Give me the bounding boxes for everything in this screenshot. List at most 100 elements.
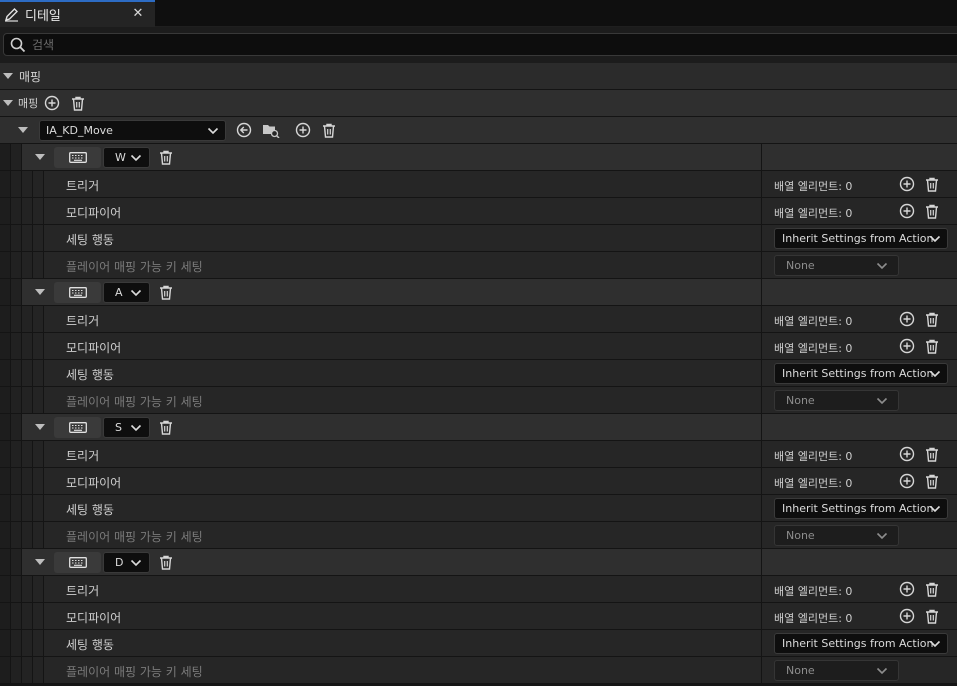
modifiers-label: 모디파이어: [66, 476, 122, 490]
add-modifier-button[interactable]: [898, 202, 916, 220]
delete-key-mapping-button[interactable]: [157, 283, 175, 301]
key-select[interactable]: D: [103, 552, 150, 573]
chevron-down-icon: [130, 154, 142, 162]
action-row: IA_KD_Move: [0, 117, 957, 144]
key-capture-button[interactable]: [54, 282, 101, 303]
add-trigger-button[interactable]: [898, 580, 916, 598]
delete-all-mappings-button[interactable]: [69, 94, 87, 112]
delete-icon: [926, 609, 938, 624]
settings-behavior-select[interactable]: Inherit Settings from Action: [774, 228, 948, 249]
delete-modifiers-button[interactable]: [923, 202, 941, 220]
chevron-down-icon: [130, 289, 142, 297]
add-key-mapping-button[interactable]: [294, 121, 312, 139]
delete-triggers-button[interactable]: [923, 580, 941, 598]
player-mappable-label: 플레이어 매핑 가능 키 세팅: [66, 530, 203, 544]
delete-icon: [926, 339, 938, 354]
close-icon[interactable]: ✕: [131, 5, 145, 23]
key-select[interactable]: A: [103, 282, 150, 303]
chevron-down-icon: [876, 262, 888, 270]
array-count: 배열 엘리먼트: 0: [774, 342, 853, 355]
delete-modifiers-button[interactable]: [923, 607, 941, 625]
key-value: D: [115, 556, 124, 569]
add-modifier-button[interactable]: [898, 472, 916, 490]
settings-behavior-row: 세팅 행동 Inherit Settings from Action: [0, 225, 957, 252]
modifiers-row: 모디파이어 배열 엘리먼트: 0: [0, 198, 957, 225]
action-select[interactable]: IA_KD_Move: [39, 120, 226, 141]
modifiers-row: 모디파이어 배열 엘리먼트: 0: [0, 603, 957, 630]
key-mapping-list: W 트리거 배열 엘리먼트: 0 모디파이어 배열 엘리먼트: 0 세팅 행동 …: [0, 144, 957, 684]
expand-arrow-icon[interactable]: [3, 100, 13, 106]
key-value: S: [115, 421, 122, 434]
expand-arrow-icon[interactable]: [35, 559, 45, 565]
delete-action-button[interactable]: [320, 121, 338, 139]
chevron-down-icon: [130, 559, 142, 567]
settings-behavior-select[interactable]: Inherit Settings from Action: [774, 498, 948, 519]
selected-value: None: [786, 259, 815, 272]
settings-behavior-select[interactable]: Inherit Settings from Action: [774, 633, 948, 654]
chevron-down-icon: [929, 370, 941, 378]
player-mappable-label: 플레이어 매핑 가능 키 세팅: [66, 665, 203, 679]
settings-behavior-label: 세팅 행동: [66, 503, 114, 517]
expand-arrow-icon[interactable]: [35, 289, 45, 295]
array-count: 배열 엘리먼트: 0: [774, 450, 853, 463]
settings-behavior-row: 세팅 행동 Inherit Settings from Action: [0, 495, 957, 522]
modifiers-label: 모디파이어: [66, 206, 122, 220]
array-count: 배열 엘리먼트: 0: [774, 315, 853, 328]
array-count: 배열 엘리먼트: 0: [774, 477, 853, 490]
search-input[interactable]: [32, 37, 632, 52]
expand-arrow-icon[interactable]: [35, 424, 45, 430]
key-select[interactable]: S: [103, 417, 150, 438]
add-modifier-button[interactable]: [898, 337, 916, 355]
settings-behavior-select[interactable]: Inherit Settings from Action: [774, 363, 948, 384]
add-modifier-button[interactable]: [898, 607, 916, 625]
chevron-down-icon: [207, 127, 219, 135]
delete-icon: [160, 555, 172, 570]
delete-icon: [160, 285, 172, 300]
delete-key-mapping-button[interactable]: [157, 553, 175, 571]
delete-icon: [160, 420, 172, 435]
browse-asset-button[interactable]: [262, 121, 280, 139]
details-content: 매핑 매핑 IA_KD_Move W 트리거 배열 엘리먼트: 0 모디파이어 …: [0, 63, 957, 686]
selected-value: None: [786, 664, 815, 677]
delete-icon: [926, 204, 938, 219]
triggers-row: 트리거 배열 엘리먼트: 0: [0, 306, 957, 333]
array-count: 배열 엘리먼트: 0: [774, 585, 853, 598]
key-mapping-header: A: [0, 279, 957, 306]
expand-arrow-icon[interactable]: [3, 73, 13, 79]
delete-key-mapping-button[interactable]: [157, 418, 175, 436]
tab-details[interactable]: 디테일 ✕: [0, 0, 155, 27]
add-mapping-button[interactable]: [43, 94, 61, 112]
add-icon: [899, 338, 915, 354]
delete-triggers-button[interactable]: [923, 310, 941, 328]
key-capture-button[interactable]: [54, 552, 101, 573]
delete-triggers-button[interactable]: [923, 445, 941, 463]
add-trigger-button[interactable]: [898, 310, 916, 328]
use-selected-asset-button[interactable]: [235, 121, 253, 139]
add-icon: [295, 122, 311, 138]
category-mapping[interactable]: 매핑: [0, 63, 957, 90]
expand-arrow-icon[interactable]: [18, 127, 28, 133]
player-mappable-row: 플레이어 매핑 가능 키 세팅 None: [0, 657, 957, 684]
delete-icon: [926, 177, 938, 192]
delete-key-mapping-button[interactable]: [157, 148, 175, 166]
key-capture-button[interactable]: [54, 147, 101, 168]
key-select[interactable]: W: [103, 147, 150, 168]
delete-icon: [926, 447, 938, 462]
delete-modifiers-button[interactable]: [923, 337, 941, 355]
selected-value: None: [786, 394, 815, 407]
key-capture-button[interactable]: [54, 417, 101, 438]
delete-triggers-button[interactable]: [923, 175, 941, 193]
add-trigger-button[interactable]: [898, 445, 916, 463]
delete-modifiers-button[interactable]: [923, 472, 941, 490]
array-count: 배열 엘리먼트: 0: [774, 207, 853, 220]
add-trigger-button[interactable]: [898, 175, 916, 193]
modifiers-row: 모디파이어 배열 엘리먼트: 0: [0, 468, 957, 495]
key-mapping-group: S 트리거 배열 엘리먼트: 0 모디파이어 배열 엘리먼트: 0 세팅 행동 …: [0, 414, 957, 549]
player-mappable-select: None: [774, 390, 899, 411]
player-mappable-label: 플레이어 매핑 가능 키 세팅: [66, 260, 203, 274]
delete-icon: [323, 123, 335, 138]
expand-arrow-icon[interactable]: [35, 154, 45, 160]
triggers-row: 트리거 배열 엘리먼트: 0: [0, 441, 957, 468]
tab-title: 디테일: [25, 9, 61, 24]
selected-value: Inherit Settings from Action: [782, 232, 934, 245]
